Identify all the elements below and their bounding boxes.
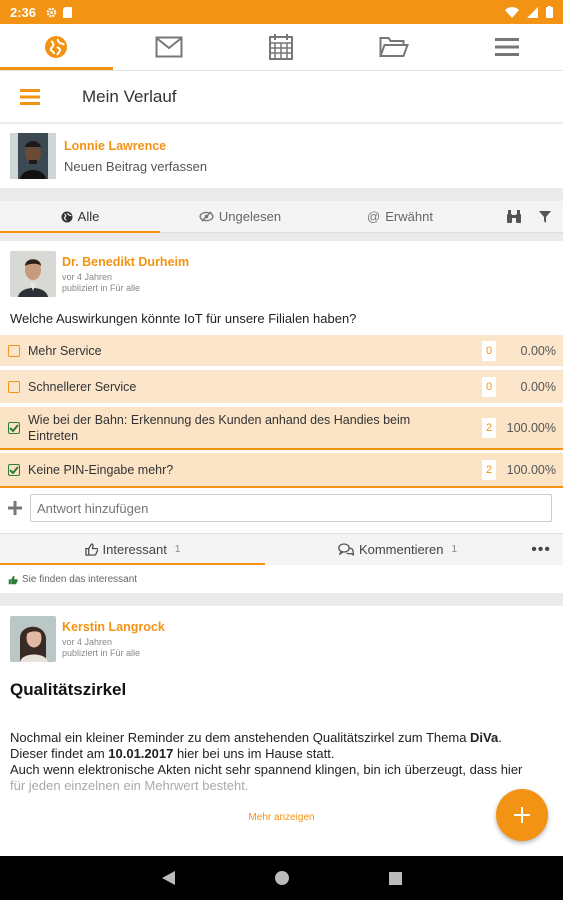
post-age: vor 4 Jahren — [62, 637, 113, 647]
at-icon: @ — [367, 209, 381, 224]
poll-option[interactable]: Mehr Service 0 0.00% — [0, 335, 563, 366]
post-body: Nochmal ein kleiner Reminder zu dem anst… — [10, 730, 523, 793]
menu-icon — [494, 38, 519, 56]
checkbox-checked-icon[interactable] — [8, 421, 20, 434]
avatar — [10, 616, 56, 662]
calendar-icon — [269, 34, 294, 60]
add-post-fab[interactable] — [496, 789, 548, 841]
composer-user-name: Lonnie Lawrence — [64, 138, 167, 153]
poll-post-card: Dr. Benedikt Durheim vor 4 Jahren publiz… — [0, 241, 563, 593]
sd-card-icon — [63, 6, 73, 18]
back-icon[interactable] — [161, 871, 175, 885]
poll-question: Welche Auswirkungen könnte IoT für unser… — [10, 311, 357, 326]
status-time: 2:36 — [10, 4, 37, 20]
poll-option-count: 2 — [482, 417, 496, 438]
poll-option[interactable]: Keine PIN-Eingabe mehr? 2 100.00% — [0, 453, 563, 488]
post-actions-bar: Interessant 1 Kommentieren 1 ••• — [0, 533, 563, 565]
post-published-in: publiziert in Für alle — [62, 648, 141, 658]
eye-slash-icon — [199, 211, 214, 222]
checkbox-empty-icon[interactable] — [8, 344, 20, 357]
filter-unread[interactable]: Ungelesen — [160, 201, 320, 232]
filter-all-label: Alle — [77, 209, 100, 224]
post-published-in: publiziert in Für alle — [62, 283, 141, 293]
tab-menu[interactable] — [450, 24, 563, 70]
like-count: 1 — [174, 544, 181, 555]
liked-text: Sie finden das interessant — [22, 574, 138, 585]
add-answer-row — [0, 491, 563, 525]
recents-icon[interactable] — [388, 871, 402, 885]
text-post-card: Kerstin Langrock vor 4 Jahren publiziert… — [0, 606, 563, 856]
post-author[interactable]: Dr. Benedikt Durheim — [62, 255, 189, 269]
composer-placeholder[interactable]: Neuen Beitrag verfassen — [64, 159, 207, 174]
poll-option-percent: 100.00% — [506, 420, 556, 435]
like-button[interactable]: Interessant 1 — [0, 534, 265, 565]
comment-label: Kommentieren — [358, 542, 444, 557]
battery-icon — [546, 6, 553, 18]
poll-option-label: Wie bei der Bahn: Erkennung des Kunden a… — [28, 412, 411, 443]
tab-messages[interactable] — [113, 24, 226, 70]
poll-option-label: Keine PIN-Eingabe mehr? — [28, 462, 174, 477]
checkbox-empty-icon[interactable] — [8, 380, 20, 393]
feed-filter-bar: Alle Ungelesen @ Erwähnt — [0, 201, 563, 233]
page-header: Mein Verlauf — [0, 70, 563, 122]
wifi-icon — [505, 6, 519, 18]
tab-files[interactable] — [338, 24, 451, 70]
hamburger-icon — [20, 88, 40, 105]
comment-button[interactable]: Kommentieren 1 — [265, 534, 530, 565]
poll-option-count: 2 — [482, 459, 496, 480]
top-navigation — [0, 24, 563, 70]
thumbs-up-icon — [8, 575, 18, 584]
tab-calendar[interactable] — [225, 24, 338, 70]
avatar — [10, 133, 56, 179]
poll-option-count: 0 — [482, 340, 496, 361]
settings-icon — [46, 7, 57, 17]
post-author[interactable]: Kerstin Langrock — [62, 620, 165, 634]
post-age: vor 4 Jahren — [62, 272, 113, 282]
filter-unread-label: Ungelesen — [218, 209, 282, 224]
checkbox-checked-icon[interactable] — [8, 463, 20, 476]
avatar — [10, 251, 56, 297]
status-bar: 2:36 — [0, 0, 563, 24]
poll-option-percent: 0.00% — [520, 343, 556, 358]
home-icon[interactable] — [274, 871, 289, 885]
tab-timeline[interactable] — [0, 24, 113, 70]
signal-icon — [527, 6, 538, 18]
thumbs-up-icon — [84, 543, 98, 556]
globe-icon — [45, 36, 68, 58]
drawer-toggle-button[interactable] — [0, 88, 60, 105]
filter-mentioned[interactable]: @ Erwähnt — [320, 201, 480, 232]
new-post-composer[interactable]: Lonnie Lawrence Neuen Beitrag verfassen — [0, 124, 563, 188]
poll-option-percent: 0.00% — [520, 379, 556, 394]
filter-mentioned-label: Erwähnt — [385, 209, 433, 224]
more-options-icon[interactable]: ••• — [531, 541, 563, 559]
page-title: Mein Verlauf — [82, 86, 177, 106]
show-more-link[interactable]: Mehr anzeigen — [0, 812, 563, 823]
poll-option-label: Schnellerer Service — [28, 379, 137, 394]
globe-icon — [61, 211, 73, 222]
system-navigation-bar — [0, 856, 563, 900]
folder-icon — [379, 37, 410, 57]
filter-all[interactable]: Alle — [0, 201, 160, 233]
like-label: Interessant — [102, 542, 167, 557]
poll-option-percent: 100.00% — [506, 462, 556, 477]
comments-icon — [338, 543, 354, 556]
poll-option-count: 0 — [482, 376, 496, 397]
binoculars-icon[interactable] — [507, 210, 521, 223]
poll-option[interactable]: Wie bei der Bahn: Erkennung des Kunden a… — [0, 407, 563, 450]
post-title: Qualitätszirkel — [10, 680, 127, 699]
mail-icon — [155, 36, 183, 58]
poll-option[interactable]: Schnellerer Service 0 0.00% — [0, 370, 563, 403]
plus-icon — [514, 807, 530, 823]
comment-count: 1 — [451, 544, 458, 555]
liked-info: Sie finden das interessant — [8, 574, 137, 585]
filter-icon[interactable] — [539, 210, 551, 223]
add-answer-input[interactable] — [30, 494, 552, 522]
poll-option-label: Mehr Service — [28, 343, 102, 358]
plus-icon[interactable] — [0, 501, 30, 515]
